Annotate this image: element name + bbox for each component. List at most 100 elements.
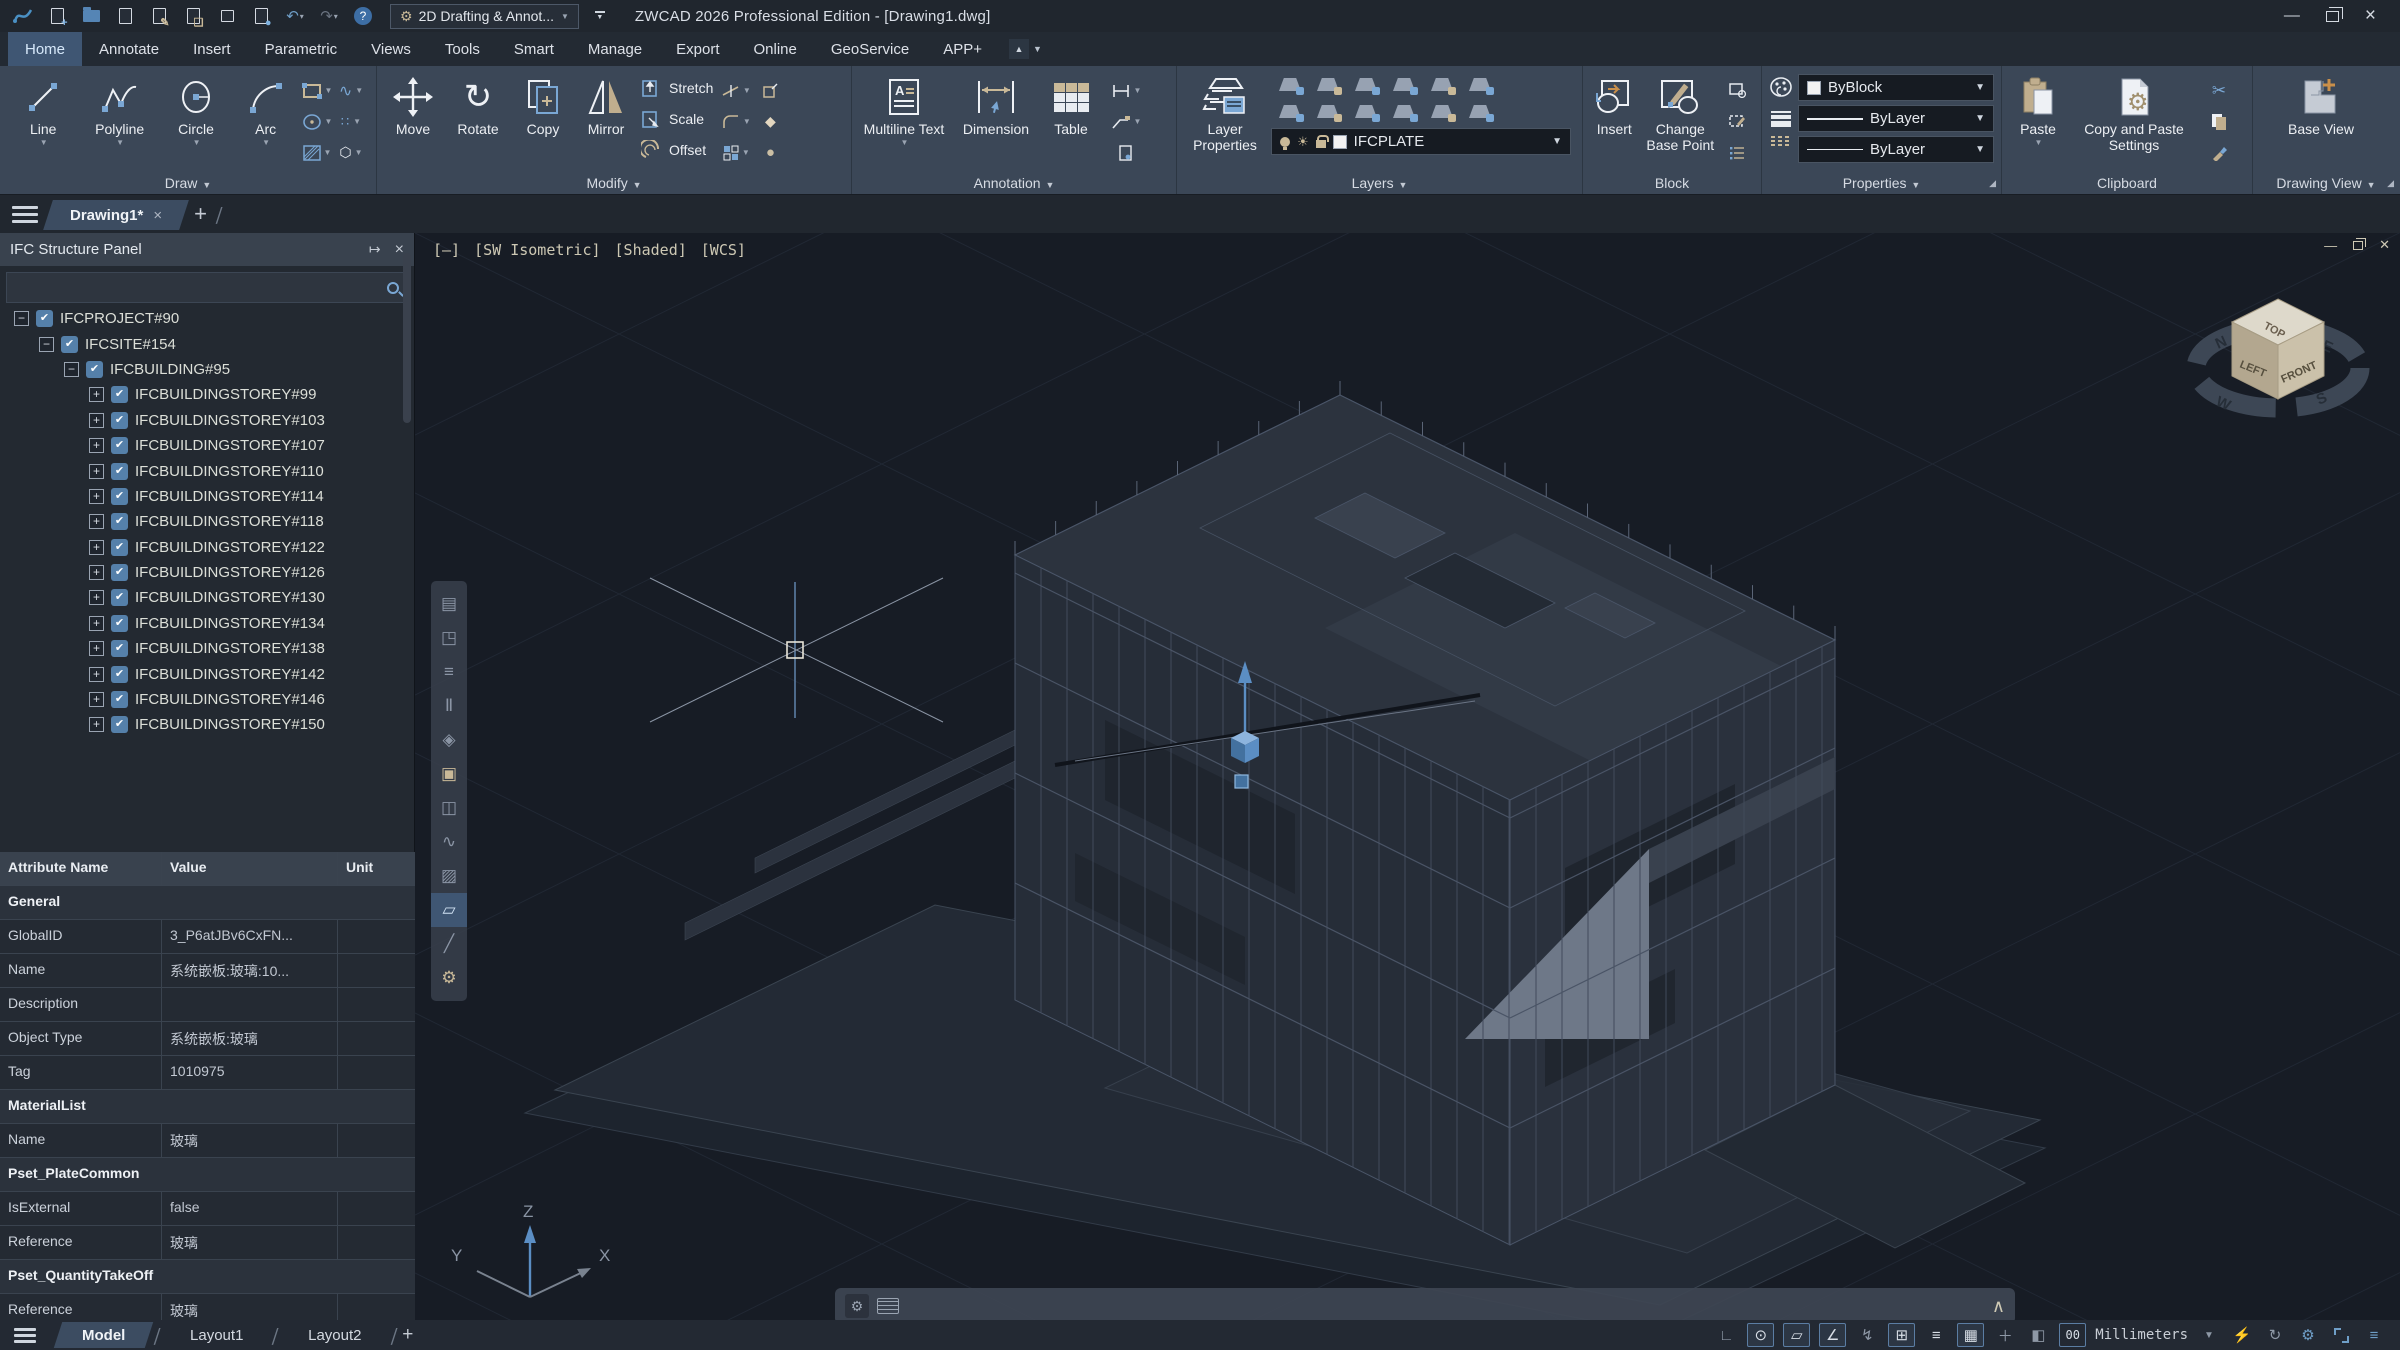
units-label[interactable]: Millimeters [2095, 1327, 2188, 1343]
tree-item[interactable]: +✔IFCBUILDINGSTOREY#122 [0, 535, 415, 560]
properties-dialog-launcher[interactable]: ◢ [1989, 178, 1996, 189]
layer-tool-icon-7[interactable] [1309, 98, 1347, 125]
panel-annotation-label[interactable]: Annotation ▼ [852, 175, 1176, 191]
tree-checkbox[interactable]: ✔ [111, 463, 128, 480]
tree-item[interactable]: +✔IFCBUILDINGSTOREY#130 [0, 585, 415, 610]
tree-item[interactable]: +✔IFCBUILDINGSTOREY#118 [0, 509, 415, 534]
layer-tool-icon-0[interactable] [1271, 71, 1309, 98]
command-bar[interactable]: ⚙ ∧ [835, 1288, 2015, 1320]
column-header[interactable]: Attribute Name [0, 852, 162, 885]
dimension-button[interactable]: Dimension [954, 71, 1038, 137]
tree-checkbox[interactable]: ✔ [86, 361, 103, 378]
tree-item[interactable]: +✔IFCBUILDINGSTOREY#138 [0, 636, 415, 661]
rectangle-button[interactable]: ▼ [300, 75, 334, 106]
vp-close-icon[interactable]: ✕ [2379, 237, 2390, 253]
layer-tool-icon-8[interactable] [1347, 98, 1385, 125]
color-dropdown[interactable]: ByBlock ▼ [1798, 74, 1994, 101]
attribute-row[interactable]: Reference玻璃 [0, 1226, 415, 1260]
rotate-button[interactable]: ↻ Rotate [447, 71, 509, 137]
collapse-icon[interactable]: − [64, 362, 79, 377]
search-input[interactable] [15, 280, 387, 296]
lineweight-dropdown[interactable]: ByLayer ▼ [1798, 105, 1994, 132]
tree-item[interactable]: −✔IFCBUILDING#95 [0, 357, 415, 382]
osnap-toggle[interactable]: ⊙ [1747, 1323, 1774, 1347]
hatch-button[interactable]: ▼ [300, 137, 334, 168]
polar-toggle[interactable]: ▱ [1783, 1323, 1810, 1347]
fullscreen-icon[interactable] [2329, 1323, 2353, 1347]
annotation-scale-icon[interactable]: ◧ [2026, 1323, 2050, 1347]
line-segment-icon[interactable]: ╱ [431, 927, 467, 961]
table-style-button[interactable] [1104, 137, 1148, 168]
panel-block-label[interactable]: Block [1583, 175, 1761, 191]
save-as-button[interactable]: ✎ [146, 4, 172, 28]
new-tab-button[interactable]: + [194, 201, 207, 227]
collapse-icon[interactable]: − [14, 311, 29, 326]
array-button[interactable]: ▼ [719, 137, 753, 168]
color-palette-icon[interactable] [1770, 77, 1792, 102]
viewport-control-1[interactable]: [SW Isometric] [474, 241, 600, 259]
layer-tool-icon-10[interactable] [1423, 98, 1461, 125]
layer-thaw-icon[interactable]: ☀ [1297, 134, 1309, 150]
explode-button[interactable] [753, 75, 787, 106]
layout-menu-icon[interactable] [14, 1328, 36, 1343]
tab-app+[interactable]: APP+ [926, 32, 999, 66]
collapse-icon[interactable]: − [39, 337, 54, 352]
expand-icon[interactable]: + [89, 667, 104, 682]
tree-item[interactable]: −✔IFCSITE#154 [0, 331, 415, 356]
fillet-button[interactable]: ▼ [719, 106, 753, 137]
erase-button[interactable]: ◆ [753, 106, 787, 137]
attribute-row[interactable]: Name玻璃 [0, 1124, 415, 1158]
layer-lock-icon[interactable] [1316, 140, 1326, 148]
group-icon[interactable]: ◈ [431, 723, 467, 757]
attribute-group-row[interactable]: General [0, 886, 415, 920]
undo-button[interactable]: ↶▾ [282, 4, 308, 28]
change-base-point-button[interactable]: Change Base Point [1644, 71, 1717, 153]
tab-annotate[interactable]: Annotate [82, 32, 176, 66]
offset-button[interactable]: Offset [641, 137, 713, 163]
expand-icon[interactable]: + [89, 590, 104, 605]
tree-item[interactable]: +✔IFCBUILDINGSTOREY#142 [0, 661, 415, 686]
layout-tab-layout2[interactable]: Layout2 [284, 1322, 385, 1348]
tree-checkbox[interactable]: ✔ [111, 564, 128, 581]
point-button[interactable]: ∷▼ [334, 106, 368, 137]
lineweight-toggle[interactable]: ≡ [1924, 1323, 1948, 1347]
tree-item[interactable]: +✔IFCBUILDINGSTOREY#107 [0, 433, 415, 458]
clip-boundary-icon[interactable]: ◳ [431, 621, 467, 655]
viewport-control-2[interactable]: [Shaded] [615, 241, 687, 259]
close-button[interactable]: × [2365, 5, 2376, 27]
otrack-toggle[interactable]: ∠ [1819, 1323, 1846, 1347]
tab-export[interactable]: Export [659, 32, 736, 66]
tree-checkbox[interactable]: ✔ [111, 589, 128, 606]
expand-icon[interactable]: + [89, 387, 104, 402]
attribute-group-row[interactable]: Pset_QuantityTakeOff [0, 1260, 415, 1294]
tree-item[interactable]: −✔IFCPROJECT#90 [0, 306, 415, 331]
tree-item[interactable]: +✔IFCBUILDINGSTOREY#110 [0, 458, 415, 483]
attribute-row[interactable]: Tag1010975 [0, 1056, 415, 1090]
copy-clip-icon[interactable] [2202, 106, 2236, 137]
linetype-icon[interactable] [1771, 136, 1791, 146]
column-header[interactable]: Value [162, 852, 338, 885]
assistant-icon[interactable]: ⚡ [2230, 1323, 2254, 1347]
auto-hide-icon[interactable]: ↦ [369, 241, 381, 259]
expand-icon[interactable]: + [89, 717, 104, 732]
tree-checkbox[interactable]: ✔ [111, 412, 128, 429]
viewcube[interactable]: N E S W TOP LEFT FRONT [2196, 299, 2360, 415]
tree-checkbox[interactable]: ✔ [111, 691, 128, 708]
ifc-search-box[interactable] [6, 272, 408, 303]
base-view-button[interactable]: Base View [2261, 71, 2381, 137]
tree-checkbox[interactable]: ✔ [61, 336, 78, 353]
multiline-text-button[interactable]: A Multiline Text▼ [860, 71, 948, 147]
dimension-style-button[interactable]: ▼ [1104, 75, 1148, 106]
create-block-button[interactable] [1723, 75, 1753, 106]
layer-tool-icon-4[interactable] [1423, 71, 1461, 98]
panel-drawing-view-label[interactable]: Drawing View ▼ [2253, 175, 2399, 191]
linetype-dropdown[interactable]: ByLayer ▼ [1798, 136, 1994, 163]
spline-button[interactable]: ∿▼ [334, 75, 368, 106]
isodraft-toggle[interactable]: ⊞ [1888, 1323, 1915, 1347]
expand-icon[interactable]: + [89, 514, 104, 529]
dynamic-input-toggle[interactable]: ↯ [1855, 1323, 1879, 1347]
tree-item[interactable]: +✔IFCBUILDINGSTOREY#150 [0, 712, 415, 737]
block-ref-icon[interactable]: ◫ [431, 791, 467, 825]
insert-button[interactable]: Insert [1591, 71, 1638, 137]
units-caret-icon[interactable]: ▼ [2197, 1323, 2221, 1347]
